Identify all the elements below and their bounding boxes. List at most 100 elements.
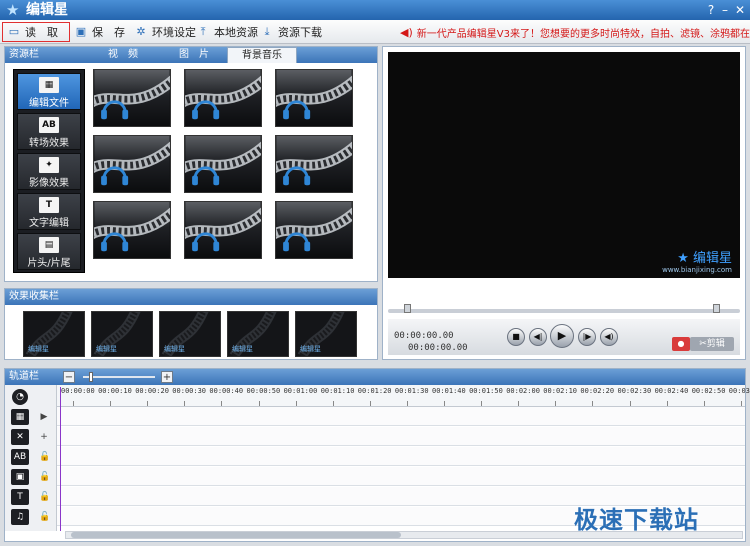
transition-track-icon[interactable]: AB [11, 449, 29, 465]
play-button[interactable]: ▶ [550, 324, 574, 348]
effect-thumbnail[interactable]: 编辑星 [23, 311, 85, 357]
lock-icon[interactable]: 🔓 [39, 491, 50, 503]
ruler-tick-label: 00:00:50 [246, 387, 281, 395]
bgm-thumbnail[interactable] [93, 69, 171, 127]
image-track-icon[interactable]: ▣ [11, 469, 29, 485]
time-current: 00:00:00.00 [394, 331, 454, 341]
intro-outro-icon: ▤ [39, 237, 59, 253]
close-button[interactable]: ✕ [733, 2, 747, 18]
video-screen[interactable]: ★ 编辑星 www.bianjixing.com [388, 52, 740, 278]
preview-panel: ★ 编辑星 www.bianjixing.com 00:00:00.00 00:… [382, 46, 746, 360]
lock-icon[interactable]: 🔓 [39, 451, 50, 463]
music-track-icon[interactable]: ♫ [11, 509, 29, 525]
effects-panel-title: 效果收集栏 [9, 291, 59, 302]
ruler-tick-mark [406, 401, 408, 406]
bgm-thumbnail[interactable] [93, 201, 171, 259]
next-frame-button[interactable]: |▶ [578, 328, 596, 346]
resource-nav: ▦ 编辑文件 AB 转场效果 ✦ 影像效果 T 文字编辑 ▤ 片头/片尾 [13, 69, 85, 273]
ruler-tick-mark [369, 401, 371, 406]
prev-frame-button[interactable]: ◀| [529, 328, 547, 346]
bgm-thumbnail[interactable] [184, 201, 262, 259]
lock-icon[interactable]: 🔓 [39, 511, 50, 523]
bgm-thumbnail[interactable] [184, 69, 262, 127]
record-button[interactable]: ● [672, 337, 690, 351]
ruler-tick-label: 00:02:30 [617, 387, 652, 395]
download-icon: ⤓ [264, 25, 270, 38]
screen-brand: ★ 编辑星 www.bianjixing.com [662, 247, 732, 274]
effect-thumbnail[interactable]: 编辑星 [91, 311, 153, 357]
effect-thumbnail[interactable]: 编辑星 [227, 311, 289, 357]
tab-video[interactable]: 视 频 [85, 47, 161, 63]
screen-brand-url: www.bianjixing.com [662, 266, 732, 274]
read-button[interactable]: ▭ 读 取 [2, 22, 70, 42]
minimize-button[interactable]: – [718, 2, 732, 18]
effect-thumbnail[interactable]: 编辑星 [295, 311, 357, 357]
track-row[interactable] [57, 447, 745, 466]
mute-audio-icon[interactable]: ✕ [11, 429, 29, 445]
ruler-tick-label: 00:00:40 [209, 387, 244, 395]
volume-button[interactable]: ◀) [600, 328, 618, 346]
nav-item-3[interactable]: T 文字编辑 [17, 193, 81, 230]
site-watermark: 极速下载站 [574, 506, 699, 534]
seek-bar[interactable] [388, 309, 740, 313]
timeline-title: 轨道栏 [9, 371, 39, 382]
timeline-scrollbar-thumb[interactable] [71, 532, 401, 538]
ruler-tick-mark [332, 401, 334, 406]
env-settings-button[interactable]: ✲ 环境设定 [134, 22, 196, 42]
bgm-thumbnail[interactable] [275, 135, 353, 193]
local-resources-button[interactable]: ⤒ 本地资源 [196, 22, 258, 42]
ruler-tick-mark [110, 401, 112, 406]
expand-track-icon[interactable]: ▶ [39, 411, 49, 423]
zoom-slider[interactable] [83, 376, 155, 378]
time-ruler[interactable]: 00:00:00 00:00:10 00:00:20 00:00:30 00:00:40… [57, 385, 750, 407]
clock-icon[interactable]: ◔ [12, 389, 28, 405]
bgm-thumbnail[interactable] [275, 201, 353, 259]
nav-item-4[interactable]: ▤ 片头/片尾 [17, 233, 81, 270]
nav-item-2[interactable]: ✦ 影像效果 [17, 153, 81, 190]
tab-images[interactable]: 图 片 [161, 47, 227, 63]
playhead[interactable] [60, 387, 61, 531]
nav-item-0[interactable]: ▦ 编辑文件 [17, 73, 81, 110]
ruler-tick-mark [555, 401, 557, 406]
ruler-tick-mark [444, 401, 445, 406]
zoom-in-button[interactable]: + [161, 371, 173, 383]
ruler-tick-mark [295, 401, 297, 406]
zoom-slider-handle[interactable] [89, 372, 93, 382]
effect-thumbnail-label: 编辑星 [300, 345, 321, 353]
nav-item-1[interactable]: AB 转场效果 [17, 113, 81, 150]
seek-start-handle[interactable] [404, 304, 411, 313]
stop-button[interactable]: ■ [507, 328, 525, 346]
text-track-icon[interactable]: T [11, 489, 29, 505]
bgm-thumbnail[interactable] [184, 135, 262, 193]
bgm-thumbnail[interactable] [93, 135, 171, 193]
ruler-tick-label: 00:00:30 [172, 387, 207, 395]
track-row[interactable] [57, 467, 745, 486]
star-icon: ★ [677, 251, 693, 266]
effect-thumbnail[interactable]: 编辑星 [159, 311, 221, 357]
promo-banner[interactable]: ◀) 新一代产品编辑星V3来了！您想要的更多时尚特效，自拍、滤镜、涂鸦都在这里！ [400, 22, 750, 42]
cut-button[interactable]: ✂剪辑 [690, 337, 734, 351]
lock-icon[interactable]: 🔓 [39, 471, 50, 483]
ruler-tick-label: 00:01:20 [357, 387, 392, 395]
save-button[interactable]: ▣ 保 存 [74, 22, 125, 42]
track-row[interactable] [57, 427, 745, 446]
music-thumbnail-art [185, 70, 261, 126]
ruler-tick-label: 00:00:00 [61, 387, 95, 395]
video-track-icon[interactable]: ▦ [11, 409, 29, 425]
stop-icon: ■ [512, 332, 520, 341]
effect-thumbnail-label: 编辑星 [164, 345, 185, 353]
title-bar: ★ 编辑星 ? – ✕ [0, 0, 750, 20]
tab-bgm[interactable]: 背景音乐 [227, 47, 297, 63]
seek-end-handle[interactable] [713, 304, 720, 313]
zoom-out-button[interactable]: − [63, 371, 75, 383]
app-logo-icon: ★ [6, 1, 20, 19]
help-button[interactable]: ? [704, 2, 718, 18]
ruler-tick-label: 00:01:10 [320, 387, 355, 395]
time-total: 00:00:00.00 [408, 343, 468, 353]
add-track-icon[interactable]: + [39, 431, 49, 443]
bgm-thumbnail[interactable] [275, 69, 353, 127]
resource-panel: 资源栏 视 频 图 片 背景音乐 ▦ 编辑文件 AB 转场效果 ✦ 影像效果 T 文字编辑 ▤ 片… [4, 46, 378, 282]
promo-text: 新一代产品编辑星V3来了！您想要的更多时尚特效，自拍、滤镜、涂鸦都在这里！ [416, 28, 750, 40]
download-resources-button[interactable]: ⤓ 资源下载 [260, 22, 322, 42]
track-row[interactable] [57, 407, 745, 426]
